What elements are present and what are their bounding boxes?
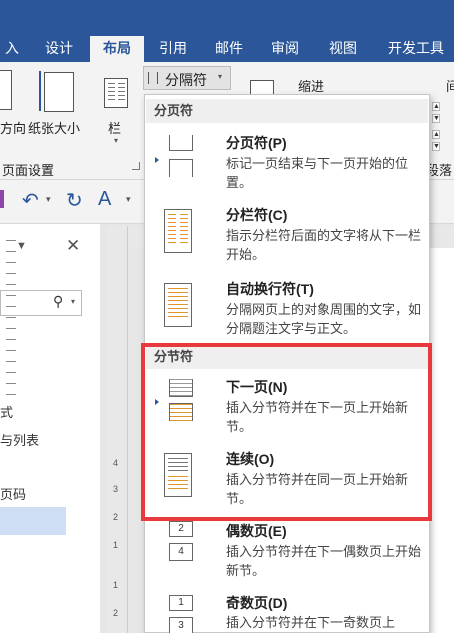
nav-heading-item[interactable]: 页码 — [0, 484, 26, 503]
ruler-number: 3 — [113, 484, 119, 494]
text-wrapping-icon — [164, 283, 192, 327]
tab-mailings[interactable]: 邮件 — [206, 36, 252, 62]
tab-references[interactable]: 引用 — [150, 36, 196, 62]
breaks-label: 分隔符 — [165, 72, 207, 88]
close-icon[interactable]: ✕ — [66, 236, 80, 256]
nav-heading-item[interactable]: 与列表 — [0, 430, 39, 449]
menu-item-title: 奇数页(D) — [226, 595, 288, 611]
orientation-icon — [0, 70, 12, 110]
search-icon[interactable]: ⚲ — [53, 293, 63, 310]
nav-selected-item[interactable] — [0, 507, 66, 535]
odd-page-icon: 1 3 — [161, 595, 195, 633]
dialog-launcher-icon[interactable] — [132, 162, 140, 170]
menu-item-desc: 标记一页结束与下一页开始的位置。 — [226, 156, 409, 190]
menu-item-desc: 分隔网页上的对象周围的文字，如分隔题注文字与正文。 — [226, 302, 422, 336]
menu-item-even-page[interactable]: 2 4 偶数页(E) 插入分节符并在下一偶数页上开始新节。 — [146, 515, 428, 585]
color-swatch — [0, 190, 4, 208]
page-break-icon — [161, 135, 195, 179]
tab-developer[interactable]: 开发工具 — [378, 36, 454, 62]
ruler-number: 2 — [113, 608, 119, 618]
text-effects-icon[interactable]: A — [98, 188, 111, 211]
nav-heading-item[interactable]: 式 — [0, 402, 13, 421]
tab-view[interactable]: 视图 — [320, 36, 366, 62]
orientation-button[interactable]: 方向 — [0, 118, 26, 137]
ribbon-tab-bar: 入 设计 布局 引用 邮件 审阅 视图 开发工具 — [0, 0, 454, 62]
spacing-down-icon[interactable]: ▼ — [432, 114, 440, 123]
spacing-up-icon[interactable]: ▲ — [432, 130, 440, 139]
ruler-number: 4 — [113, 458, 119, 468]
search-dropdown-icon[interactable]: ▾ — [71, 297, 75, 306]
vertical-ruler — [106, 226, 128, 633]
menu-item-desc: 插入分节符并在下一奇数页上 — [226, 615, 396, 630]
column-break-icon — [164, 209, 192, 253]
highlight-box — [141, 343, 432, 521]
tab-review[interactable]: 审阅 — [262, 36, 308, 62]
spacing-up-icon[interactable]: ▲ — [432, 102, 440, 111]
menu-item-title: 自动换行符(T) — [226, 281, 314, 297]
menu-item-title: 偶数页(E) — [226, 523, 287, 539]
ruler-number: 1 — [113, 580, 119, 590]
breaks-icon — [148, 72, 158, 84]
spacing-down-icon[interactable]: ▼ — [432, 142, 440, 151]
tab-design[interactable]: 设计 — [36, 36, 82, 62]
paper-size-icon — [39, 71, 74, 112]
tab-layout[interactable]: 布局 — [90, 36, 144, 62]
page-setup-group-label: 页面设置 — [2, 163, 55, 178]
ruler-ticks — [6, 230, 16, 400]
ruler-number: 1 — [113, 540, 119, 550]
undo-icon[interactable]: ↶ — [22, 188, 39, 213]
chevron-down-icon: ▾ — [218, 72, 223, 81]
menu-item-desc: 指示分栏符后面的文字将从下一栏开始。 — [226, 228, 422, 262]
menu-item-desc: 插入分节符并在下一偶数页上开始新节。 — [226, 544, 422, 578]
menu-item-odd-page[interactable]: 1 3 奇数页(D) 插入分节符并在下一奇数页上 — [146, 589, 428, 633]
columns-icon — [104, 78, 128, 108]
breaks-button[interactable]: 分隔符 ▾ — [143, 66, 231, 90]
customize-dropdown-icon[interactable]: ▾ — [126, 194, 131, 205]
page-breaks-header: 分页符 — [146, 99, 428, 123]
menu-item-title: 分页符(P) — [226, 135, 287, 151]
spacing-label: 间 — [446, 79, 454, 94]
undo-dropdown-icon[interactable]: ▾ — [46, 194, 51, 205]
ruler-number: 2 — [113, 512, 119, 522]
tab-insert-partial[interactable]: 入 — [0, 36, 24, 62]
pane-options-icon[interactable]: ▼ — [16, 240, 27, 252]
menu-item-column-break[interactable]: 分栏符(C) 指示分栏符后面的文字将从下一栏开始。 — [146, 197, 428, 267]
indent-label: 缩进 — [298, 79, 325, 94]
columns-dropdown-icon: ▾ — [114, 136, 119, 145]
redo-icon[interactable]: ↻ — [66, 188, 83, 213]
even-page-icon: 2 4 — [161, 521, 195, 565]
paper-size-button[interactable]: 纸张大小 — [28, 118, 80, 137]
menu-item-text-wrapping-break[interactable]: 自动换行符(T) 分隔网页上的对象周围的文字，如分隔题注文字与正文。 — [146, 271, 428, 341]
columns-button[interactable]: 栏 — [108, 118, 121, 137]
document-page — [430, 248, 454, 633]
menu-item-title: 分栏符(C) — [226, 207, 288, 223]
menu-item-page-break[interactable]: 分页符(P) 标记一页结束与下一页开始的位置。 — [146, 125, 428, 195]
